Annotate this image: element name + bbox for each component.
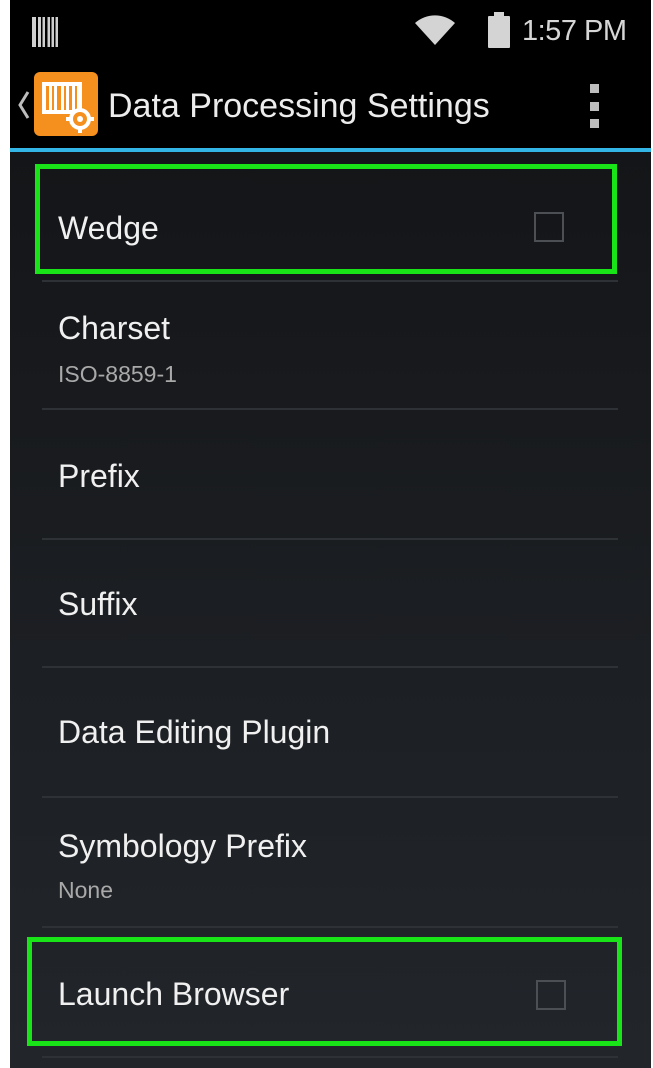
preference-list: Wedge Charset ISO-8859-1 Prefix Suffix D… <box>10 152 651 1068</box>
overflow-dot <box>589 119 599 128</box>
action-bar: Data Processing Settings <box>10 62 651 148</box>
pref-title: Charset <box>58 310 171 346</box>
pref-launch-browser[interactable]: Launch Browser <box>10 928 651 1052</box>
battery-icon <box>488 12 510 48</box>
status-bar: 1:57 PM <box>10 0 651 62</box>
pref-data-editing-plugin[interactable]: Data Editing Plugin <box>10 668 651 796</box>
wifi-icon <box>415 15 455 45</box>
pref-prefix[interactable]: Prefix <box>10 410 651 538</box>
page-title: Data Processing Settings <box>108 87 490 125</box>
overflow-dot <box>589 84 599 93</box>
pref-charset[interactable]: Charset ISO-8859-1 <box>10 282 651 408</box>
pref-title: Suffix <box>58 586 138 622</box>
overflow-dot <box>589 101 599 111</box>
pref-title: Data Editing Plugin <box>58 714 331 750</box>
status-time: 1:57 PM <box>522 15 627 47</box>
pref-summary: ISO-8859-1 <box>58 361 177 387</box>
pref-title: Symbology Prefix <box>58 828 307 864</box>
overflow-menu-icon[interactable] <box>576 80 612 132</box>
back-chevron-icon[interactable] <box>16 88 32 122</box>
device-screen: 1:57 PM Data Processing Settings Wedge C… <box>10 0 651 1068</box>
pref-suffix[interactable]: Suffix <box>10 540 651 666</box>
pref-wedge[interactable]: Wedge <box>10 162 651 280</box>
launch-browser-checkbox[interactable] <box>536 980 566 1010</box>
pref-title: Prefix <box>58 458 140 494</box>
pref-summary: None <box>58 877 113 903</box>
pref-title: Wedge <box>58 210 159 246</box>
barcode-settings-app-icon[interactable] <box>34 72 98 136</box>
pref-title: Launch Browser <box>58 976 290 1012</box>
list-divider <box>42 1056 618 1058</box>
barcode-icon <box>32 17 58 47</box>
wedge-checkbox[interactable] <box>534 212 564 242</box>
pref-symbology-prefix[interactable]: Symbology Prefix None <box>10 798 651 926</box>
